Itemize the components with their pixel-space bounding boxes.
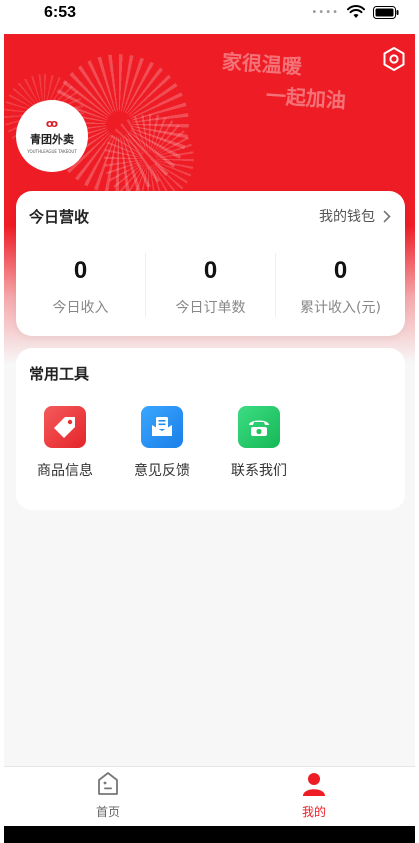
tool-label: 联系我们 <box>231 463 287 479</box>
logo-mark-icon: ꝏ <box>45 117 59 130</box>
stat-label: 今日收入 <box>52 300 109 316</box>
stat-total-income: 0 累计收入(元) <box>276 257 405 317</box>
stat-value: 0 <box>333 257 348 284</box>
logo-subtitle: YOUTHLEAGUE TAKEOUT <box>27 149 77 154</box>
revenue-title: 今日营收 <box>29 208 90 226</box>
tab-label: 我的 <box>301 805 326 819</box>
stat-value: 0 <box>73 257 88 284</box>
slogan-line2: 一起加油 <box>265 83 347 113</box>
system-home-bar <box>4 826 415 843</box>
feedback-mail-icon <box>141 406 183 448</box>
user-icon <box>303 773 325 796</box>
tool-label: 商品信息 <box>37 463 93 479</box>
tools-title: 常用工具 <box>29 365 90 383</box>
tool-contact-us[interactable]: 联系我们 <box>214 406 304 480</box>
tool-label: 意见反馈 <box>134 463 190 479</box>
battery-icon <box>373 5 399 19</box>
tool-product-info[interactable]: 商品信息 <box>20 406 110 480</box>
stat-label: 累计收入(元) <box>300 300 381 316</box>
settings-icon[interactable] <box>381 46 407 72</box>
profile-page: 家很温暖 一起加油 ꝏ 青团外卖 YOUTHLEAGUE TAKEOUT 今日营… <box>4 34 415 766</box>
bottom-tab-bar: 首页 我的 <box>4 766 415 826</box>
wallet-link[interactable]: 我的钱包 <box>319 206 391 226</box>
stat-today-orders: 0 今日订单数 <box>146 257 275 317</box>
stat-value: 0 <box>203 257 218 284</box>
phone-icon <box>238 406 280 448</box>
logo-name: 青团外卖 <box>30 133 74 146</box>
tool-feedback[interactable]: 意见反馈 <box>117 406 207 480</box>
revenue-card: 今日营收 我的钱包 0 今日收入 0 今日订单数 0 累计收入(元) <box>16 191 405 336</box>
tab-mine[interactable]: 我的 <box>254 771 374 820</box>
status-icons: •••• <box>311 5 399 19</box>
store-logo-avatar[interactable]: ꝏ 青团外卖 YOUTHLEAGUE TAKEOUT <box>16 100 88 172</box>
tab-home[interactable]: 首页 <box>48 771 168 820</box>
home-icon <box>98 772 118 795</box>
signal-icon: •••• <box>311 6 339 18</box>
wallet-link-label: 我的钱包 <box>319 209 375 225</box>
stat-today-income: 0 今日收入 <box>16 257 145 317</box>
tab-label: 首页 <box>95 805 120 819</box>
wifi-icon <box>347 5 365 18</box>
chevron-right-icon <box>383 210 391 222</box>
tag-icon <box>44 406 86 448</box>
stat-label: 今日订单数 <box>175 300 246 316</box>
tools-card: 常用工具 商品信息 意见反馈 联系我们 <box>16 348 405 510</box>
status-time: 6:53 <box>44 4 77 21</box>
status-bar: 6:53 •••• <box>0 0 419 34</box>
slogan-line1: 家很温暖 <box>221 49 303 79</box>
